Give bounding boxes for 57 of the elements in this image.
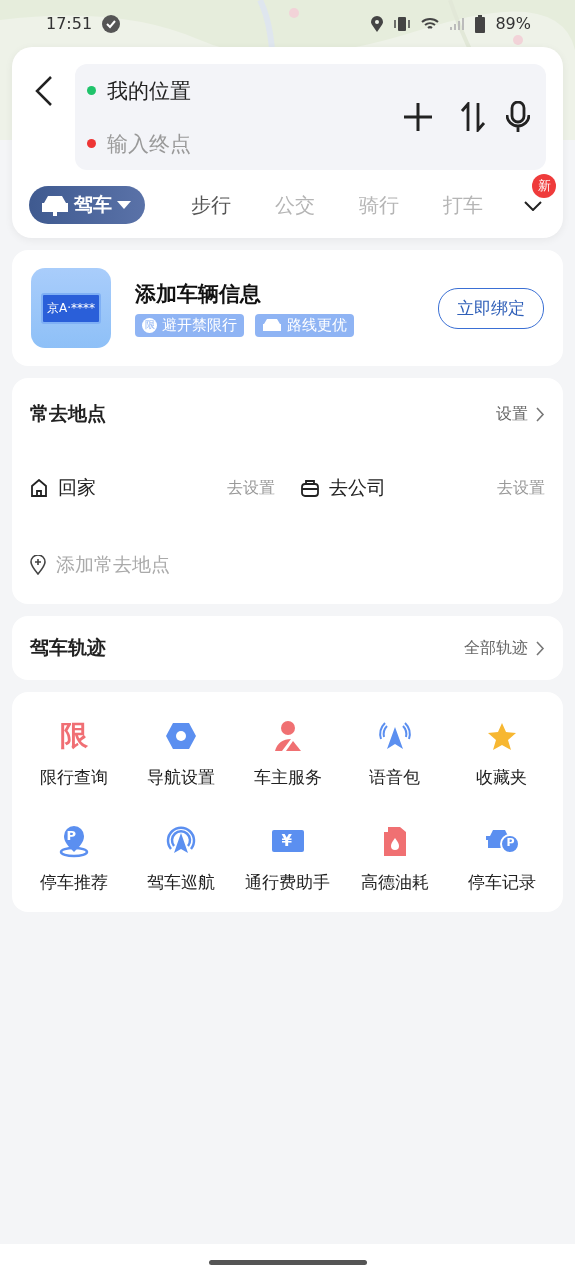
car-icon bbox=[262, 318, 282, 332]
swap-icon[interactable] bbox=[460, 102, 486, 132]
expand-chevron-icon[interactable] bbox=[524, 200, 542, 211]
vibrate-icon bbox=[393, 15, 412, 32]
check-circle-icon bbox=[102, 14, 121, 33]
destination-dot bbox=[87, 139, 96, 148]
origin-field[interactable]: 我的位置 bbox=[107, 76, 191, 105]
tool-item[interactable]: 导航设置 bbox=[127, 718, 234, 789]
wifi-icon bbox=[421, 16, 440, 31]
home-icon bbox=[30, 479, 48, 497]
status-time: 17:51 bbox=[46, 14, 93, 33]
car-parking-icon bbox=[483, 828, 520, 854]
tool-item[interactable]: 限 限行查询 bbox=[20, 718, 127, 789]
tool-item[interactable]: 高德油耗 bbox=[341, 823, 448, 894]
location-icon bbox=[371, 15, 384, 32]
feature-tag: 限 避开禁限行 bbox=[135, 313, 244, 337]
car-icon bbox=[41, 194, 69, 216]
briefcase-icon bbox=[300, 479, 319, 497]
add-location-icon bbox=[30, 555, 46, 575]
person-icon bbox=[272, 720, 303, 752]
settings-link[interactable]: 设置 bbox=[496, 403, 545, 425]
license-plate-icon: 京A·**** bbox=[31, 268, 111, 348]
battery-percent: 89% bbox=[495, 14, 531, 33]
tool-item[interactable]: 语音包 bbox=[341, 718, 448, 789]
voice-icon bbox=[376, 721, 413, 751]
chevron-right-icon bbox=[536, 640, 545, 656]
feature-tag: 路线更优 bbox=[255, 313, 354, 337]
dropdown-caret-icon bbox=[117, 201, 131, 209]
section-title: 常去地点 bbox=[30, 401, 106, 426]
mode-tab[interactable]: 步行 bbox=[169, 191, 253, 219]
tool-item[interactable]: 驾车巡航 bbox=[127, 823, 234, 894]
back-icon[interactable] bbox=[35, 76, 53, 106]
hexagon-icon bbox=[164, 722, 197, 750]
parking-pin-icon bbox=[58, 824, 89, 858]
new-badge: 新 bbox=[532, 173, 556, 198]
add-icon[interactable] bbox=[404, 103, 432, 131]
all-tracks-link[interactable]: 全部轨迹 bbox=[464, 637, 545, 659]
bind-button[interactable]: 立即绑定 bbox=[438, 287, 544, 329]
chevron-right-icon bbox=[536, 406, 545, 422]
section-title: 驾车轨迹 bbox=[30, 635, 106, 660]
tool-item[interactable]: ¥ 通行费助手 bbox=[234, 823, 341, 894]
tool-item[interactable]: 车主服务 bbox=[234, 718, 341, 789]
place-label[interactable]: 去公司 bbox=[328, 475, 487, 501]
star-icon bbox=[486, 722, 517, 750]
limit-icon: 限 bbox=[59, 722, 88, 750]
tool-item[interactable]: P 停车推荐 bbox=[20, 823, 127, 894]
toll-icon bbox=[270, 829, 305, 853]
mode-tab[interactable]: 驾车 bbox=[29, 186, 145, 224]
microphone-icon[interactable] bbox=[506, 101, 530, 133]
place-label[interactable]: 回家 bbox=[58, 475, 217, 501]
signal-icon bbox=[449, 16, 466, 31]
origin-dot bbox=[87, 86, 96, 95]
battery-icon bbox=[475, 14, 486, 33]
vehicle-title: 添加车辆信息 bbox=[135, 280, 262, 308]
destination-field[interactable]: 输入终点 bbox=[107, 131, 307, 156]
tool-item[interactable]: P 停车记录 bbox=[448, 823, 555, 894]
tool-item[interactable]: 收藏夹 bbox=[448, 718, 555, 789]
